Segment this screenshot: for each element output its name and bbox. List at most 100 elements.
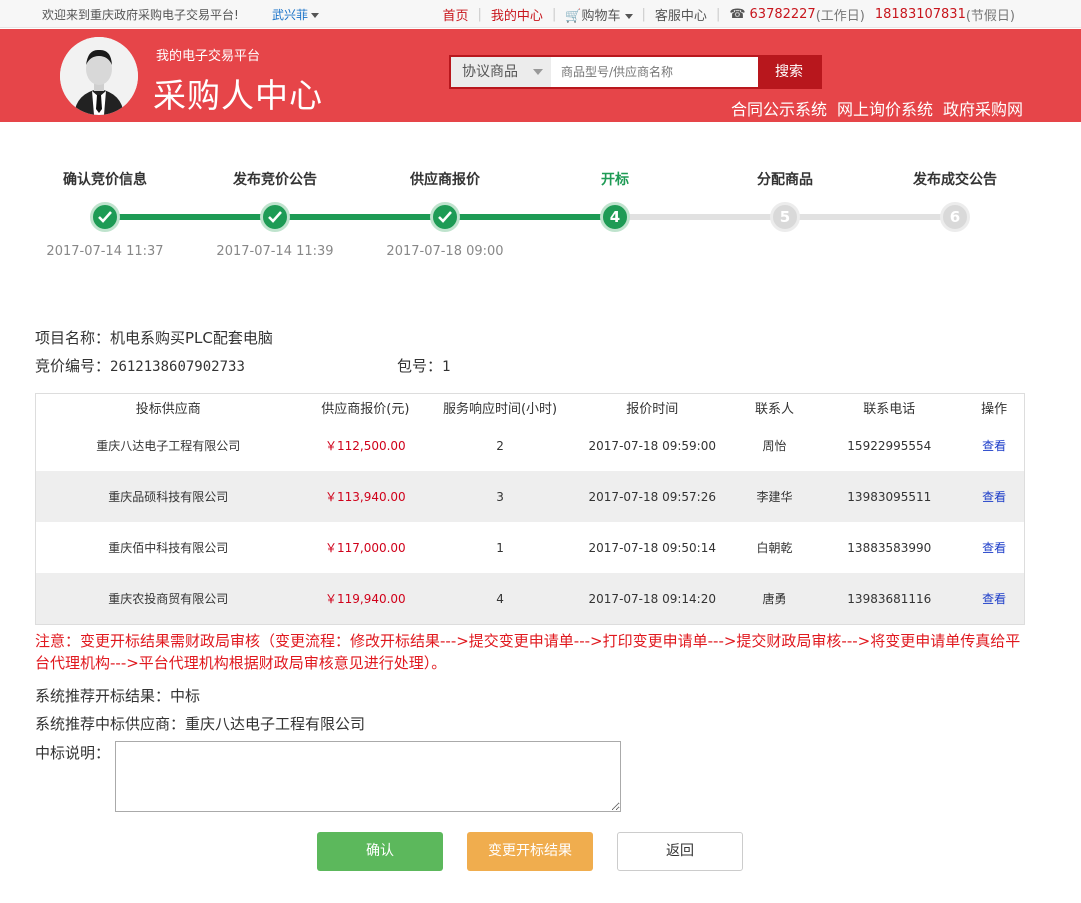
package-number: 1 (442, 359, 451, 375)
check-icon (268, 211, 282, 223)
step-number: 6 (940, 202, 970, 232)
cell-contact: 唐勇 (762, 592, 787, 606)
project-code-label: 竞价编号： (35, 357, 111, 375)
cell-supplier: 重庆八达电子工程有限公司 (96, 439, 241, 453)
nav-service[interactable]: 客服中心 (655, 5, 707, 24)
cell-phone: 13983095511 (847, 489, 932, 504)
project-name: 机电系购买PLC配套电脑 (110, 329, 273, 347)
divider: | (641, 7, 646, 22)
project-name-label: 项目名称： (35, 329, 111, 347)
page-title: 采购人中心 (153, 76, 323, 115)
recommend-result-label: 系统推荐开标结果： (35, 687, 171, 705)
header: 我的电子交易平台 采购人中心 协议商品 搜索 合同公示系统 网上询价系统 政府采… (0, 29, 1081, 122)
back-button[interactable]: 返回 (617, 832, 743, 871)
table-row: 重庆八达电子工程有限公司 ￥112,500.00 2 2017-07-18 09… (36, 420, 1024, 471)
package-row: 包号：1 (397, 355, 450, 376)
cell-price: ￥117,000.00 (324, 541, 406, 555)
cell-phone: 15922995554 (847, 438, 932, 453)
divider: | (477, 7, 482, 22)
top-bar: 欢迎来到重庆政府采购电子交易平台! 武兴菲 首页 | 我的中心 | 🛒购物车 |… (0, 0, 1081, 28)
chevron-down-icon (311, 13, 320, 18)
user-menu[interactable]: 武兴菲 (272, 6, 320, 23)
view-link[interactable]: 查看 (964, 590, 1024, 607)
cell-contact: 周怡 (762, 439, 787, 453)
step-2: 发布竞价公告 2017-07-14 11:39 (190, 170, 360, 259)
col-supplier: 投标供应商 (135, 401, 201, 417)
step-1: 确认竞价信息 2017-07-14 11:37 (20, 170, 190, 259)
brand-subtitle: 我的电子交易平台 (156, 49, 261, 64)
step-label: 发布竞价公告 (233, 172, 317, 188)
table-row: 重庆农投商贸有限公司 ￥119,940.00 4 2017-07-18 09:1… (36, 573, 1024, 624)
view-link[interactable]: 查看 (964, 488, 1024, 505)
cell-time: 2017-07-18 09:50:14 (588, 540, 716, 555)
link-gov-procurement[interactable]: 政府采购网 (943, 96, 1023, 120)
step-5: 分配商品 5 (700, 170, 870, 232)
nav-my-center[interactable]: 我的中心 (491, 5, 543, 24)
change-notice: 注意：变更开标结果需财政局审核（变更流程：修改开标结果--->提交变更申请单--… (35, 632, 1021, 672)
view-link[interactable]: 查看 (964, 539, 1024, 556)
cell-price: ￥113,940.00 (324, 490, 406, 504)
cell-response: 2 (496, 438, 504, 453)
header-links: 合同公示系统 网上询价系统 政府采购网 (731, 96, 1023, 120)
table-header: 投标供应商 供应商报价(元) 服务响应时间(小时) 报价时间 联系人 联系电话 … (36, 394, 1024, 420)
table-row: 重庆佰中科技有限公司 ￥117,000.00 1 2017-07-18 09:5… (36, 522, 1024, 573)
step-done-check (260, 202, 290, 232)
step-number: 5 (770, 202, 800, 232)
award-description-label: 中标说明： (35, 744, 111, 762)
project-code: 2612138607902733 (110, 359, 245, 375)
divider: | (551, 7, 557, 22)
view-link[interactable]: 查看 (964, 437, 1024, 454)
search-category-label: 协议商品 (462, 64, 518, 80)
recommend-winner-value: 重庆八达电子工程有限公司 (185, 715, 366, 733)
step-number: 4 (600, 202, 630, 232)
link-online-inquiry[interactable]: 网上询价系统 (837, 96, 933, 120)
recommend-winner-row: 系统推荐中标供应商：重庆八达电子工程有限公司 (35, 713, 365, 734)
step-date: 2017-07-14 11:39 (216, 244, 334, 259)
col-price: 供应商报价(元) (321, 401, 410, 417)
search-bar: 协议商品 搜索 (449, 55, 822, 89)
step-3: 供应商报价 2017-07-18 09:00 (360, 170, 530, 259)
confirm-button[interactable]: 确认 (317, 832, 443, 871)
nav-cart[interactable]: 🛒购物车 (565, 5, 633, 24)
search-input[interactable] (551, 57, 758, 87)
step-done-check (90, 202, 120, 232)
cell-time: 2017-07-18 09:57:26 (588, 489, 716, 504)
cell-contact: 李建华 (756, 490, 793, 504)
search-category-select[interactable]: 协议商品 (451, 57, 551, 87)
avatar (60, 37, 138, 115)
award-description-input[interactable] (115, 741, 621, 812)
step-4: 开标 4 (530, 170, 700, 232)
project-name-row: 项目名称：机电系购买PLC配套电脑 (35, 327, 273, 348)
phone-workday: 63782227 (749, 7, 816, 22)
bids-table: 投标供应商 供应商报价(元) 服务响应时间(小时) 报价时间 联系人 联系电话 … (35, 393, 1025, 625)
step-label: 开标 (601, 172, 629, 188)
recommend-winner-label: 系统推荐中标供应商： (35, 715, 186, 733)
step-label: 分配商品 (757, 172, 813, 188)
progress-steps: 确认竞价信息 2017-07-14 11:37 发布竞价公告 2017-07-1… (0, 170, 1081, 270)
col-response: 服务响应时间(小时) (442, 401, 558, 417)
search-button[interactable]: 搜索 (758, 57, 820, 87)
cart-icon: 🛒 (565, 9, 582, 24)
recommend-result-row: 系统推荐开标结果：中标 (35, 685, 200, 706)
table-row: 重庆品硕科技有限公司 ￥113,940.00 3 2017-07-18 09:5… (36, 471, 1024, 522)
nav-home[interactable]: 首页 (443, 5, 469, 24)
step-date: 2017-07-14 11:37 (46, 244, 164, 259)
cell-response: 4 (496, 591, 504, 606)
step-done-check (430, 202, 460, 232)
chevron-down-icon (533, 69, 543, 75)
change-result-button[interactable]: 变更开标结果 (467, 832, 593, 871)
cell-contact: 白朝乾 (756, 541, 793, 555)
col-contact: 联系人 (755, 401, 795, 417)
link-contract-publicity[interactable]: 合同公示系统 (731, 96, 827, 120)
cell-phone: 13883583990 (847, 540, 932, 555)
cell-response: 3 (496, 489, 504, 504)
nav-cart-label: 购物车 (581, 9, 621, 24)
step-label: 发布成交公告 (913, 172, 997, 188)
cell-supplier: 重庆佰中科技有限公司 (108, 541, 229, 555)
cell-supplier: 重庆品硕科技有限公司 (108, 490, 229, 504)
cell-price: ￥119,940.00 (324, 592, 406, 606)
phone-holiday-note: (节假日) (965, 9, 1015, 24)
phone-icon: ☎ (729, 7, 746, 22)
check-icon (438, 211, 452, 223)
cell-supplier: 重庆农投商贸有限公司 (108, 592, 229, 606)
